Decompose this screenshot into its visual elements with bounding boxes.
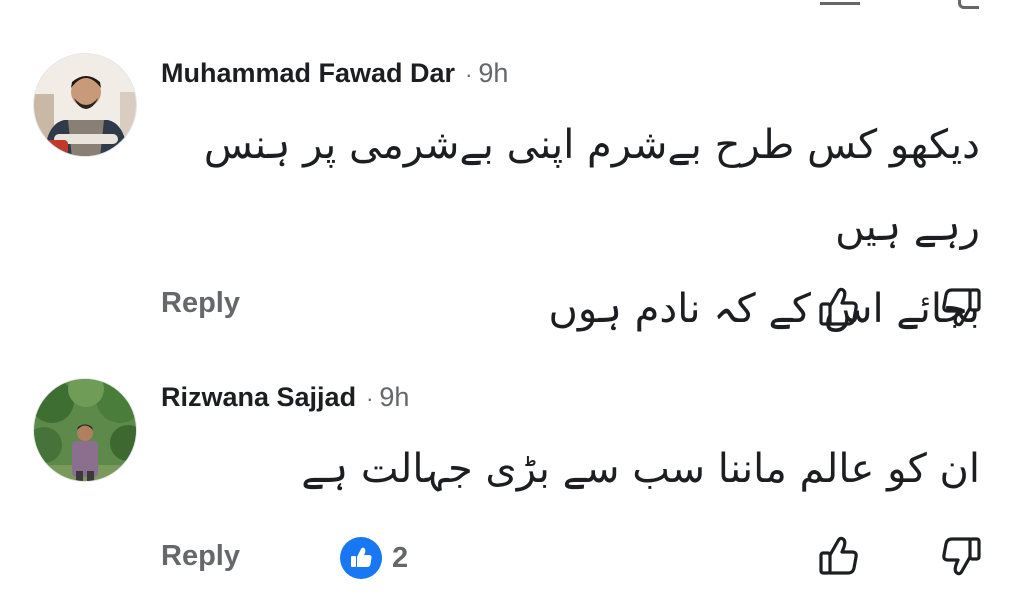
thumbs-up-icon — [819, 536, 858, 575]
like-reaction-icon — [340, 537, 382, 579]
thumbs-down-icon — [942, 537, 981, 576]
author-name[interactable]: Muhammad Fawad Dar — [161, 58, 455, 88]
timestamp: 9h — [478, 58, 509, 88]
reaction-count: 2 — [392, 541, 409, 574]
thumbs-up-icon — [819, 287, 858, 326]
comment-text-line: دیکھو کس طرح بےشرم اپنی بےشرمی پر ہنس رہ… — [203, 122, 980, 250]
dislike-button[interactable] — [938, 284, 984, 330]
reply-button[interactable]: Reply — [161, 287, 240, 320]
avatar[interactable] — [33, 378, 137, 482]
reply-button[interactable]: Reply — [161, 540, 240, 573]
timestamp: 9h — [379, 382, 410, 412]
previous-action-fragment — [958, 0, 979, 9]
separator: · — [366, 386, 374, 411]
comment-text-line: ان کو عالم ماننا سب سے بڑی جہالت ہے — [301, 446, 980, 492]
separator: · — [465, 62, 473, 87]
avatar[interactable] — [33, 53, 137, 157]
dislike-button[interactable] — [938, 533, 984, 579]
thumbs-down-icon — [942, 288, 981, 327]
comment-text: ان کو عالم ماننا سب سے بڑی جہالت ہے — [150, 428, 980, 510]
reaction-summary[interactable]: 2 — [340, 536, 408, 580]
like-button[interactable] — [816, 284, 862, 330]
previous-action-fragment — [820, 0, 860, 5]
like-button[interactable] — [816, 533, 862, 579]
author-name[interactable]: Rizwana Sajjad — [161, 382, 356, 412]
